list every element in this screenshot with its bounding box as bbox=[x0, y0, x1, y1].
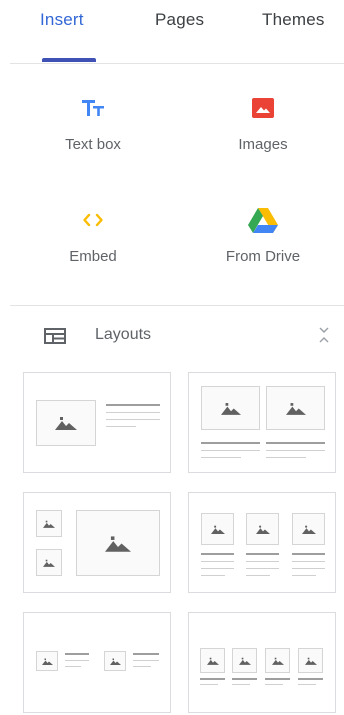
text-line bbox=[106, 419, 160, 420]
text-box-icon bbox=[28, 94, 158, 122]
image-placeholder bbox=[265, 648, 290, 673]
layouts-section-header[interactable]: Layouts bbox=[0, 318, 344, 354]
image-icon bbox=[55, 417, 77, 430]
layout-card-three-images-with-captions[interactable] bbox=[188, 492, 336, 593]
tab-themes[interactable]: Themes bbox=[262, 10, 325, 30]
layouts-label: Layouts bbox=[95, 326, 152, 343]
image-placeholder bbox=[36, 400, 96, 446]
layouts-icon bbox=[44, 328, 66, 349]
caption-line bbox=[298, 684, 316, 685]
caption-line bbox=[246, 568, 279, 569]
tab-bar: Insert Pages Themes bbox=[0, 0, 344, 62]
image-placeholder bbox=[298, 648, 323, 673]
image-placeholder bbox=[36, 510, 62, 537]
caption-line bbox=[201, 450, 260, 451]
google-drive-icon bbox=[198, 206, 328, 234]
image-placeholder bbox=[292, 513, 325, 545]
caption-line bbox=[292, 575, 316, 576]
text-line bbox=[106, 404, 160, 406]
image-icon bbox=[238, 657, 251, 665]
layout-card-four-images-with-captions[interactable] bbox=[188, 612, 336, 713]
image-icon bbox=[285, 402, 306, 415]
caption-line bbox=[298, 678, 323, 680]
caption-line bbox=[201, 575, 225, 576]
caption-line bbox=[266, 450, 325, 451]
text-box-label: Text box bbox=[65, 136, 121, 153]
layout-card-two-images-with-captions[interactable] bbox=[188, 372, 336, 473]
image-placeholder bbox=[36, 549, 62, 576]
caption-line bbox=[292, 561, 325, 562]
image-icon bbox=[109, 658, 121, 665]
text-line bbox=[133, 660, 159, 661]
caption-line bbox=[246, 561, 279, 562]
collapse-icon[interactable] bbox=[318, 326, 330, 349]
caption-line bbox=[201, 553, 234, 555]
caption-line bbox=[266, 457, 306, 458]
layout-card-two-small-images-one-large-image[interactable] bbox=[23, 492, 171, 593]
image-placeholder bbox=[104, 651, 126, 671]
embed-icon bbox=[28, 206, 158, 234]
image-placeholder bbox=[36, 651, 58, 671]
text-box-button[interactable]: Text box bbox=[28, 94, 158, 153]
image-icon bbox=[43, 520, 55, 528]
text-line bbox=[65, 660, 89, 661]
layout-card-image-left-text-right[interactable] bbox=[23, 372, 171, 473]
caption-line bbox=[201, 561, 234, 562]
from-drive-button[interactable]: From Drive bbox=[198, 206, 328, 265]
divider bbox=[10, 305, 344, 306]
image-placeholder bbox=[246, 513, 279, 545]
caption-line bbox=[265, 678, 290, 680]
text-line bbox=[65, 666, 81, 667]
image-icon bbox=[43, 559, 55, 567]
image-icon bbox=[301, 525, 316, 534]
caption-line bbox=[232, 678, 257, 680]
image-placeholder bbox=[266, 386, 325, 430]
image-icon bbox=[220, 402, 241, 415]
image-placeholder bbox=[232, 648, 257, 673]
caption-line bbox=[232, 684, 250, 685]
caption-line bbox=[292, 568, 325, 569]
text-line bbox=[106, 426, 136, 427]
caption-line bbox=[246, 575, 270, 576]
image-icon bbox=[304, 657, 317, 665]
image-icon bbox=[271, 657, 284, 665]
text-line bbox=[65, 653, 89, 655]
caption-line bbox=[266, 442, 325, 444]
from-drive-label: From Drive bbox=[225, 248, 301, 265]
image-placeholder bbox=[200, 648, 225, 673]
image-icon bbox=[198, 94, 328, 122]
caption-line bbox=[200, 684, 218, 685]
image-placeholder bbox=[201, 386, 260, 430]
images-label: Images bbox=[238, 136, 288, 153]
image-icon bbox=[41, 658, 53, 665]
image-icon bbox=[210, 525, 225, 534]
tab-insert[interactable]: Insert bbox=[40, 10, 84, 30]
image-placeholder bbox=[76, 510, 160, 576]
text-line bbox=[133, 666, 151, 667]
image-icon bbox=[255, 525, 270, 534]
embed-button[interactable]: Embed bbox=[28, 206, 158, 265]
caption-line bbox=[201, 442, 260, 444]
tab-pages[interactable]: Pages bbox=[155, 10, 204, 30]
caption-line bbox=[201, 568, 234, 569]
divider bbox=[10, 63, 344, 64]
caption-line bbox=[292, 553, 325, 555]
active-tab-indicator bbox=[42, 58, 96, 62]
embed-label: Embed bbox=[69, 248, 117, 265]
text-line bbox=[133, 653, 159, 655]
images-button[interactable]: Images bbox=[198, 94, 328, 153]
caption-line bbox=[246, 553, 279, 555]
image-icon bbox=[206, 657, 219, 665]
caption-line bbox=[201, 457, 241, 458]
image-icon bbox=[105, 535, 131, 552]
image-placeholder bbox=[201, 513, 234, 545]
caption-line bbox=[200, 678, 225, 680]
caption-line bbox=[265, 684, 283, 685]
text-line bbox=[106, 412, 160, 413]
layout-card-two-images-with-text[interactable] bbox=[23, 612, 171, 713]
